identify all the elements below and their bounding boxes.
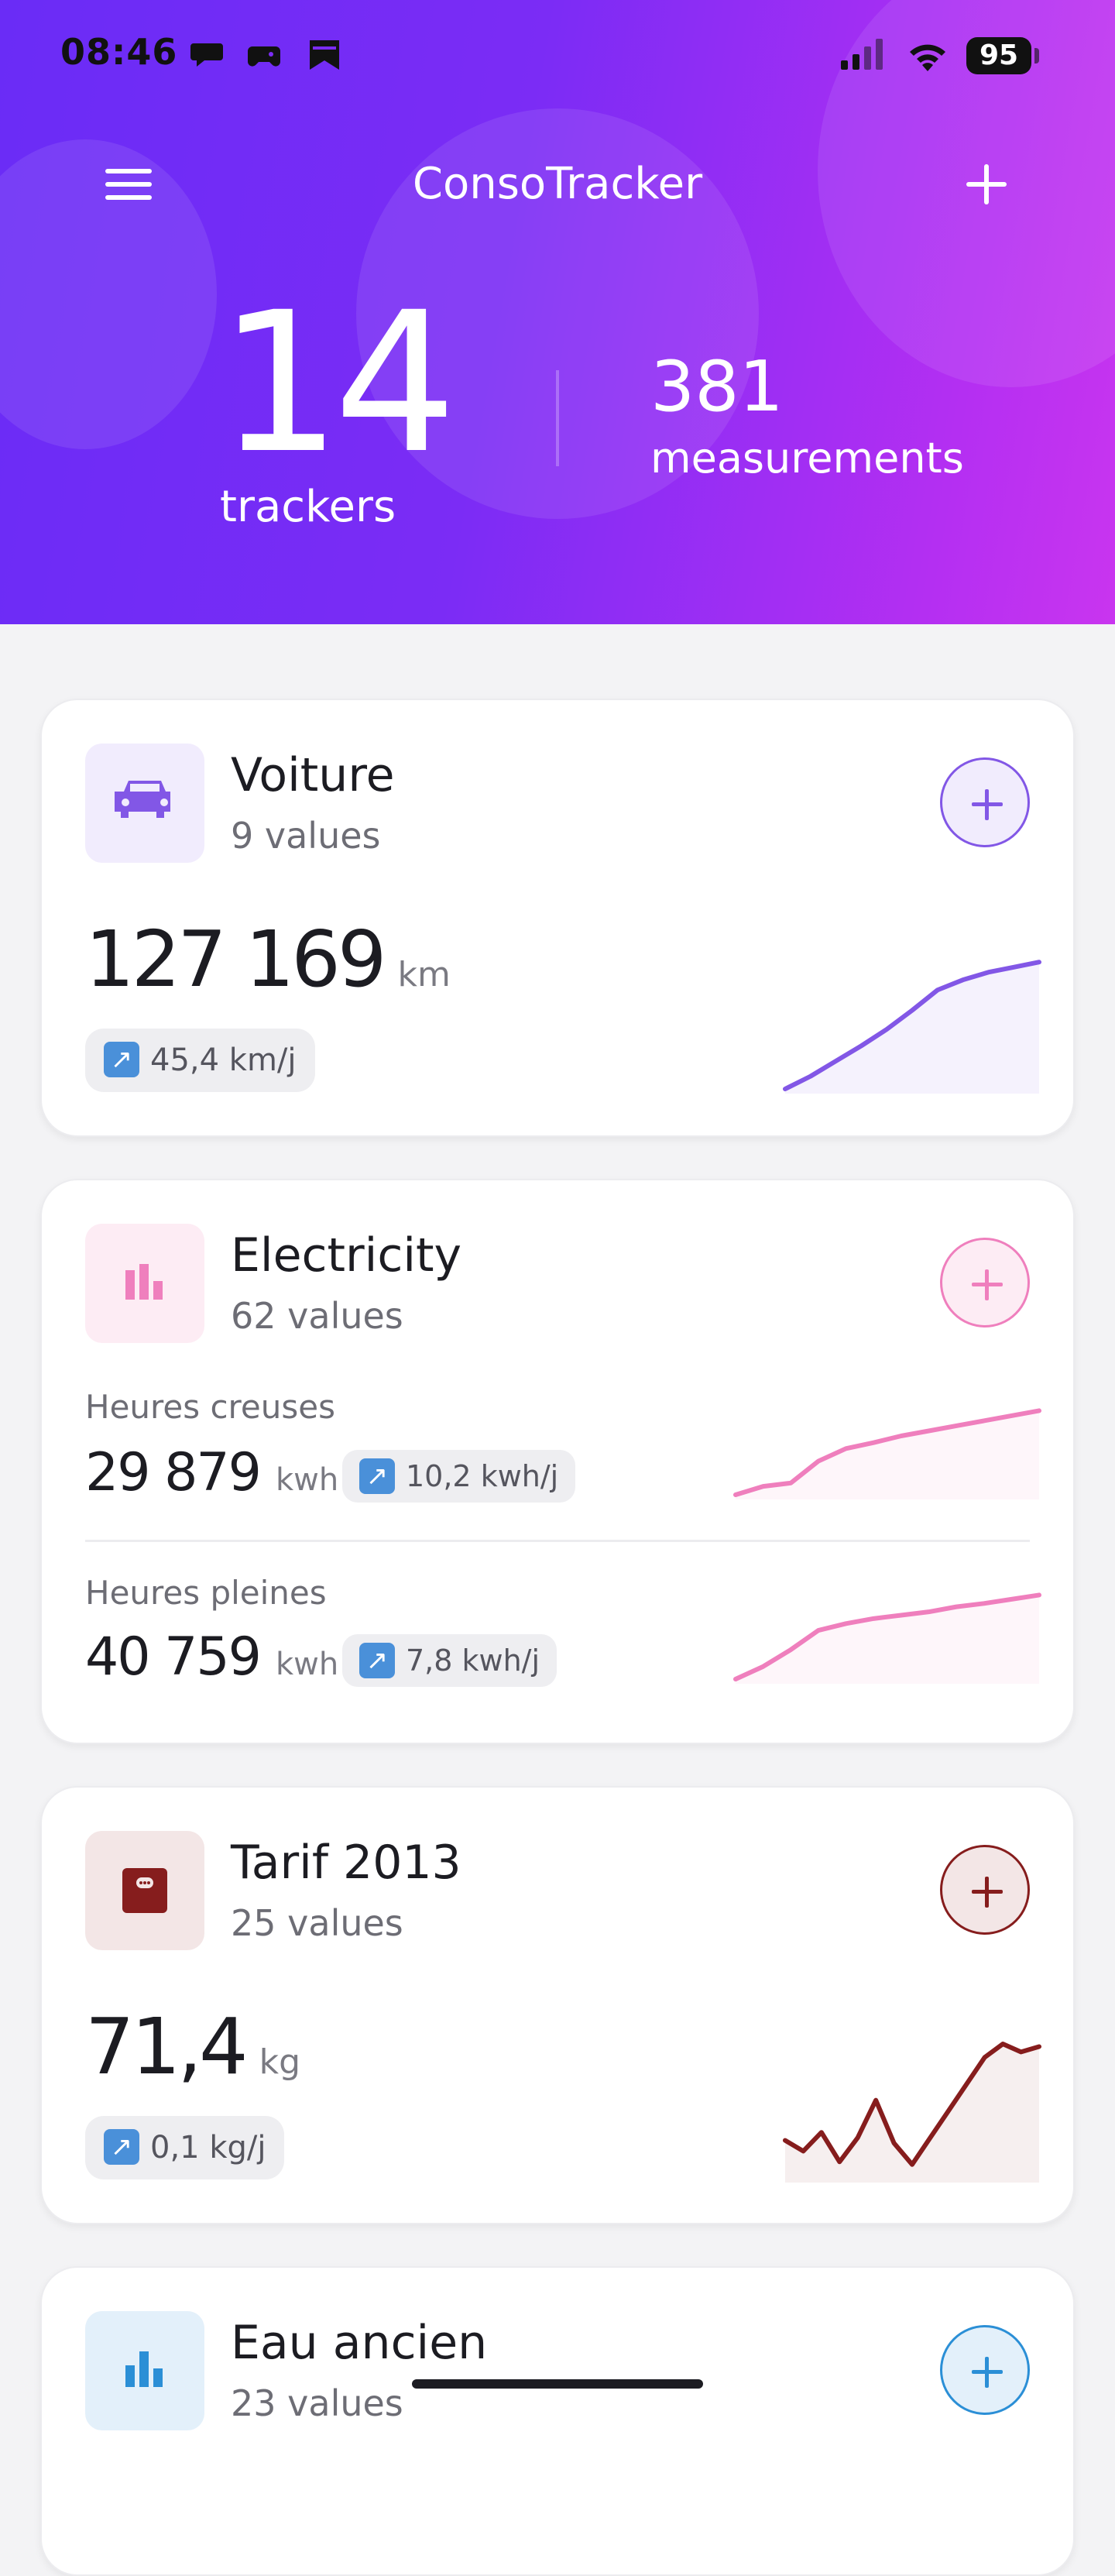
status-time: 08:46 (60, 31, 178, 73)
rate-badge: ↗ 7,8 kwh/j (342, 1634, 558, 1687)
sub-series-value: 29 879 kwh (85, 1442, 339, 1503)
tracker-unit: kg (259, 2042, 301, 2082)
app-title: ConsoTracker (412, 159, 703, 209)
tracker-count: 9 values (231, 815, 381, 857)
battery-tip (1034, 48, 1039, 64)
trackers-label: trackers (220, 482, 396, 532)
add-measurement-button[interactable] (940, 757, 1030, 847)
sparkline-area (736, 1595, 1039, 1684)
signal-icon (841, 39, 883, 70)
sparkline-area (785, 962, 1039, 1094)
home-indicator (412, 2379, 703, 2389)
wifi-icon (910, 44, 945, 71)
bookmark-icon (310, 40, 339, 70)
rate-badge: ↗ 45,4 km/j (85, 1029, 315, 1092)
trend-up-icon: ↗ (359, 1642, 395, 1678)
tracker-card-electricity[interactable]: Electricity 62 values Heures creuses 29 … (40, 1179, 1075, 1744)
tracker-count: 25 values (231, 1902, 403, 1944)
divider (85, 1540, 1030, 1542)
sub-series-value: 40 759 kwh (85, 1626, 339, 1688)
status-bar: 08:46 95 (0, 0, 1115, 108)
tracker-value: 71,4 kg (85, 2001, 301, 2092)
chat-bubble-icon (190, 43, 223, 67)
add-measurement-button[interactable] (940, 1238, 1030, 1327)
rate-badge: ↗ 10,2 kwh/j (342, 1450, 576, 1503)
tracker-count: 62 values (231, 1295, 403, 1337)
battery-icon: 95 (966, 37, 1031, 74)
tracker-unit: km (397, 955, 451, 994)
tracker-name: Eau ancien (231, 2316, 488, 2370)
measurements-label: measurements (650, 434, 964, 483)
rate-badge: ↗ 0,1 kg/j (85, 2116, 285, 2179)
sparkline-chart (783, 960, 1041, 1094)
header-banner: 08:46 95 ConsoTracker 14 trackers 381 me… (0, 0, 1115, 624)
bar-chart-icon (85, 1224, 204, 1343)
car-icon (85, 744, 204, 863)
tracker-card-voiture[interactable]: Voiture 9 values 127 169 km ↗ 45,4 km/j (40, 699, 1075, 1137)
tracker-name: Electricity (231, 1228, 462, 1283)
tracker-card-tarif-2013[interactable]: Tarif 2013 25 values 71,4 kg ↗ 0,1 kg/j (40, 1786, 1075, 2224)
sub-series-unit: kwh (275, 1462, 339, 1498)
tracker-name: Voiture (231, 748, 395, 802)
trend-up-icon: ↗ (359, 1458, 395, 1494)
add-tracker-button[interactable] (963, 161, 1010, 208)
tracker-name: Tarif 2013 (231, 1836, 461, 1890)
sparkline-chart (733, 1592, 1041, 1684)
trend-up-icon: ↗ (104, 2129, 139, 2165)
stats-divider (556, 370, 559, 466)
sub-series-label: Heures creuses (85, 1388, 335, 1426)
sparkline-chart (733, 1408, 1041, 1499)
add-measurement-button[interactable] (940, 1845, 1030, 1935)
add-measurement-button[interactable] (940, 2325, 1030, 2415)
game-controller-icon (248, 46, 280, 67)
sparkline-chart (783, 2042, 1041, 2183)
sub-series-unit: kwh (275, 1647, 339, 1682)
measurements-count: 381 (650, 346, 784, 428)
bar-chart-icon (85, 2311, 204, 2430)
tracker-card-eau-ancien[interactable]: Eau ancien 23 values (40, 2266, 1075, 2576)
sub-series-label: Heures pleines (85, 1574, 327, 1612)
tracker-value: 127 169 km (85, 914, 451, 1005)
tracker-count: 23 values (231, 2382, 403, 2424)
scale-icon (85, 1831, 204, 1950)
trackers-count: 14 (218, 270, 457, 496)
trend-up-icon: ↗ (104, 1042, 139, 1077)
